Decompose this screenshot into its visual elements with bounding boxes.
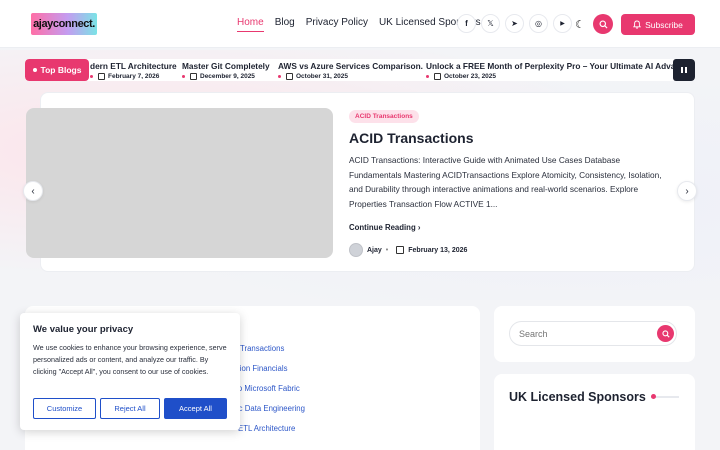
- continue-reading-link[interactable]: Continue Reading ›: [349, 223, 421, 232]
- calendar-icon: [190, 73, 197, 80]
- search-icon: [661, 329, 670, 338]
- nav-home[interactable]: Home: [237, 17, 264, 32]
- calendar-icon: [396, 246, 405, 254]
- category-tag[interactable]: ACID Transactions: [349, 110, 419, 123]
- ticker-item[interactable]: Master Git Completely December 9, 2025: [182, 61, 270, 80]
- ticker-date-text: October 23, 2025: [444, 73, 497, 80]
- sidebar-search-input[interactable]: [509, 321, 677, 346]
- ticker-item[interactable]: Unlock a FREE Month of Perplexity Pro – …: [426, 61, 688, 80]
- slider-next-button[interactable]: ›: [677, 181, 697, 201]
- sidebar-search-button[interactable]: [657, 325, 674, 342]
- facebook-icon[interactable]: f: [457, 14, 476, 33]
- nav-privacy-policy[interactable]: Privacy Policy: [306, 17, 368, 32]
- ticker-item-date: February 7, 2026: [90, 73, 177, 80]
- bullet-icon: [90, 75, 93, 78]
- ticker-item-title: AWS vs Azure Services Comparison.: [278, 61, 423, 71]
- chevron-right-icon: ›: [417, 223, 421, 232]
- post-link[interactable]: Transactions: [240, 344, 284, 353]
- meta-separator: •: [385, 246, 389, 254]
- ticker-date-text: February 7, 2026: [108, 73, 160, 80]
- ticker-item-title: dern ETL Architecture: [90, 61, 177, 71]
- ticker-date-text: October 31, 2025: [296, 73, 349, 80]
- ticker-item-title: Unlock a FREE Month of Perplexity Pro – …: [426, 61, 688, 71]
- post-date: February 13, 2026: [408, 246, 468, 254]
- nav-blog[interactable]: Blog: [275, 17, 295, 32]
- cookie-accept-button[interactable]: Accept All: [164, 398, 227, 419]
- site-header: ajayconnect. Home Blog Privacy Policy UK…: [0, 0, 720, 48]
- featured-post-slide: ACID Transactions ACID Transactions ACID…: [26, 92, 695, 272]
- ticker-label: Top Blogs: [25, 59, 89, 81]
- featured-post-excerpt: ACID Transactions: Interactive Guide wit…: [349, 155, 662, 209]
- social-links: f 𝕏 ➤ ◎ ▶: [457, 14, 572, 33]
- chevron-right-icon: ›: [685, 185, 689, 197]
- bullet-icon: [278, 75, 281, 78]
- post-link[interactable]: ssion Financials: [232, 364, 287, 373]
- featured-post-title[interactable]: ACID Transactions: [349, 130, 473, 146]
- logo-text: ajayconnect.: [33, 18, 95, 30]
- uk-sponsors-card: UK Licensed Sponsors: [494, 374, 695, 450]
- continue-reading-label: Continue Reading: [349, 223, 416, 232]
- cookie-reject-button[interactable]: Reject All: [100, 398, 160, 419]
- bullet-icon: [182, 75, 185, 78]
- cookie-title: We value your privacy: [33, 324, 134, 335]
- calendar-icon: [98, 73, 105, 80]
- telegram-icon[interactable]: ➤: [505, 14, 524, 33]
- slider-prev-button[interactable]: ‹: [23, 181, 43, 201]
- search-icon: [598, 19, 608, 29]
- youtube-icon[interactable]: ▶: [553, 14, 572, 33]
- ticker-item-date: October 23, 2025: [426, 73, 688, 80]
- ticker-item-date: October 31, 2025: [278, 73, 423, 80]
- pause-icon: [681, 67, 687, 73]
- post-link[interactable]: ETL Architecture: [238, 424, 295, 433]
- sidebar-section-title: UK Licensed Sponsors: [509, 390, 646, 404]
- ticker-item-date: December 9, 2025: [182, 73, 270, 80]
- ticker-pause-button[interactable]: [673, 59, 695, 81]
- post-link[interactable]: bric Data Engineering: [230, 404, 305, 413]
- cookie-customize-button[interactable]: Customize: [33, 398, 96, 419]
- header-search-button[interactable]: [593, 14, 613, 34]
- author-name[interactable]: Ajay: [367, 247, 382, 254]
- bullet-icon: [426, 75, 429, 78]
- top-blogs-ticker: Top Blogs dern ETL Architecture February…: [25, 59, 695, 81]
- cookie-text: We use cookies to enhance your browsing …: [33, 343, 227, 376]
- featured-post-image[interactable]: [26, 108, 333, 258]
- instagram-icon[interactable]: ◎: [529, 14, 548, 33]
- ticker-item[interactable]: dern ETL Architecture February 7, 2026: [90, 61, 177, 80]
- title-accent-dot: [651, 394, 656, 399]
- ticker-item[interactable]: AWS vs Azure Services Comparison. Octobe…: [278, 61, 423, 80]
- ticker-date-text: December 9, 2025: [200, 73, 255, 80]
- author-avatar[interactable]: [349, 243, 363, 257]
- ticker-label-text: Top Blogs: [40, 65, 82, 75]
- subscribe-button[interactable]: Subscribe: [621, 14, 695, 35]
- bell-icon: [633, 20, 642, 29]
- sidebar-search-card: [494, 306, 695, 362]
- calendar-icon: [286, 73, 293, 80]
- x-icon[interactable]: 𝕏: [481, 14, 500, 33]
- dark-mode-toggle-icon[interactable]: ☾: [571, 15, 589, 33]
- site-logo[interactable]: ajayconnect.: [31, 13, 97, 35]
- ticker-dot-icon: [32, 68, 37, 72]
- calendar-icon: [434, 73, 441, 80]
- chevron-left-icon: ‹: [31, 185, 35, 197]
- main-nav: Home Blog Privacy Policy UK Licensed Spo…: [237, 17, 492, 32]
- post-meta: Ajay • February 13, 2026: [349, 243, 467, 257]
- ticker-item-title: Master Git Completely: [182, 61, 270, 71]
- subscribe-label: Subscribe: [645, 19, 683, 30]
- cookie-consent-banner: We value your privacy We use cookies to …: [20, 313, 240, 430]
